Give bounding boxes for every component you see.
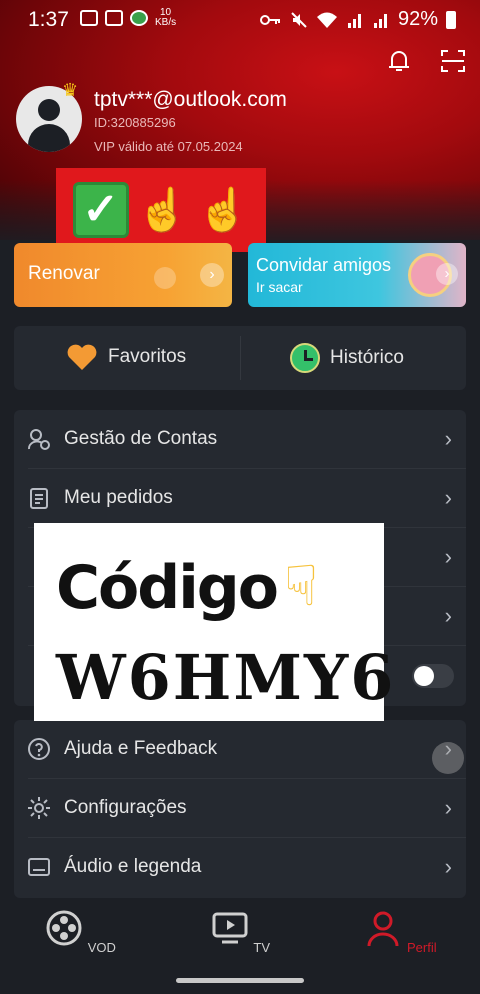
menu-item-label: Configurações <box>64 797 187 818</box>
mute-icon <box>291 11 307 28</box>
chevron-right-icon: › <box>444 854 452 879</box>
tab-label: TV <box>253 940 270 955</box>
touch-indicator <box>432 742 464 774</box>
tab-vod[interactable]: VOD <box>40 908 120 955</box>
chevron-right-icon: › <box>444 485 452 510</box>
menu-item-label: Ajuda e Feedback <box>64 738 218 759</box>
menu-item-label: Meu pedidos <box>64 487 173 508</box>
menu-item-ajuda-feedback[interactable]: Ajuda e Feedback › <box>14 720 466 779</box>
tv-icon <box>212 912 248 944</box>
user-email: tptv***@outlook.com <box>94 88 287 111</box>
decor-circle <box>154 267 176 289</box>
heart-icon <box>67 344 97 370</box>
network-speed-unit: KB/s <box>155 17 177 28</box>
status-time: 1:37 <box>28 8 69 31</box>
menu-item-label: Gestão de Contas <box>64 428 218 449</box>
menu-item-audio-legenda[interactable]: Áudio e legenda › <box>14 838 466 897</box>
avatar-head <box>38 99 60 121</box>
convidar-label: Convidar amigos <box>256 255 392 275</box>
gear-icon <box>28 797 50 819</box>
notification-app-icon <box>80 10 98 26</box>
network-speed: 10 KB/s <box>155 8 176 28</box>
quick-divider <box>240 336 241 380</box>
status-system-icons: 92% <box>259 8 456 31</box>
menu-item-meu-pedidos[interactable]: Meu pedidos › <box>14 469 466 528</box>
toggle-switch[interactable] <box>412 664 454 688</box>
code-title: Código <box>56 553 279 623</box>
code-overlay: Código ☟ W6HMY6 <box>34 523 393 721</box>
signal-icon <box>347 13 361 28</box>
check-mark-icon: ✓ <box>72 182 129 238</box>
subtitles-icon <box>28 858 50 876</box>
favoritos-label: Favoritos <box>108 346 187 367</box>
chevron-right-icon: › <box>444 544 452 569</box>
chevron-right-icon: › <box>444 426 452 451</box>
renovar-label: Renovar <box>28 263 100 284</box>
avatar-body <box>28 124 70 152</box>
menu-item-configuracoes[interactable]: Configurações › <box>14 779 466 838</box>
status-notification-icons: 10 KB/s <box>80 8 176 28</box>
vip-crown-icon: ♛ <box>62 80 79 100</box>
person-icon <box>367 911 399 947</box>
key-icon <box>259 14 280 25</box>
menu-group-support: Ajuda e Feedback › Configurações › Áudio… <box>14 720 466 898</box>
chevron-right-icon: › <box>444 603 452 628</box>
renovar-card[interactable]: Renovar › <box>14 243 232 307</box>
tab-label: VOD <box>87 940 116 955</box>
pointing-up-icon-2: ☝ <box>197 186 250 233</box>
convidar-card[interactable]: Convidar amigos Ir sacar › <box>248 243 466 307</box>
account-manage-icon <box>28 429 50 450</box>
orders-icon <box>30 488 48 509</box>
status-bar: 1:37 10 KB/s 92% <box>0 0 480 38</box>
historico-label: Histórico <box>330 347 404 368</box>
convidar-sublabel: Ir sacar <box>256 279 303 295</box>
tab-label: Perfil <box>407 940 437 955</box>
chevron-right-icon: › <box>200 263 224 287</box>
signal-icon-2 <box>373 13 387 28</box>
favoritos-button[interactable]: Favoritos <box>66 343 186 371</box>
video-camera-icon <box>105 10 123 26</box>
menu-item-gestao-contas[interactable]: Gestão de Contas › <box>14 410 466 469</box>
bell-icon[interactable] <box>386 48 412 74</box>
toggle-knob <box>414 666 434 686</box>
historico-button[interactable]: Histórico <box>290 343 404 373</box>
app-badge-icon <box>130 10 148 26</box>
battery-percent: 92% <box>397 8 438 30</box>
chevron-right-icon: › <box>444 795 452 820</box>
vip-expiry: VIP válido até 07.05.2024 <box>94 139 243 154</box>
tab-perfil[interactable]: Perfil <box>360 908 440 955</box>
chevron-right-icon: › <box>436 263 458 285</box>
pointing-down-icon: ☟ <box>284 554 319 617</box>
scan-icon[interactable] <box>440 48 466 74</box>
tab-tv[interactable]: TV <box>200 908 280 955</box>
quick-actions: Favoritos Histórico <box>14 326 466 390</box>
emoji-sticker: ✓ ☝ ☝ <box>56 168 266 252</box>
clock-icon <box>290 343 320 373</box>
pointing-up-icon: ☝ <box>136 186 189 233</box>
help-icon <box>28 738 50 760</box>
user-id: ID:320885296 <box>94 115 176 130</box>
home-indicator[interactable] <box>176 978 304 983</box>
film-reel-icon <box>46 910 82 946</box>
battery-icon <box>446 10 456 29</box>
code-value: W6HMY6 <box>56 641 396 714</box>
wifi-icon <box>316 12 337 28</box>
menu-item-label: Áudio e legenda <box>64 856 202 877</box>
